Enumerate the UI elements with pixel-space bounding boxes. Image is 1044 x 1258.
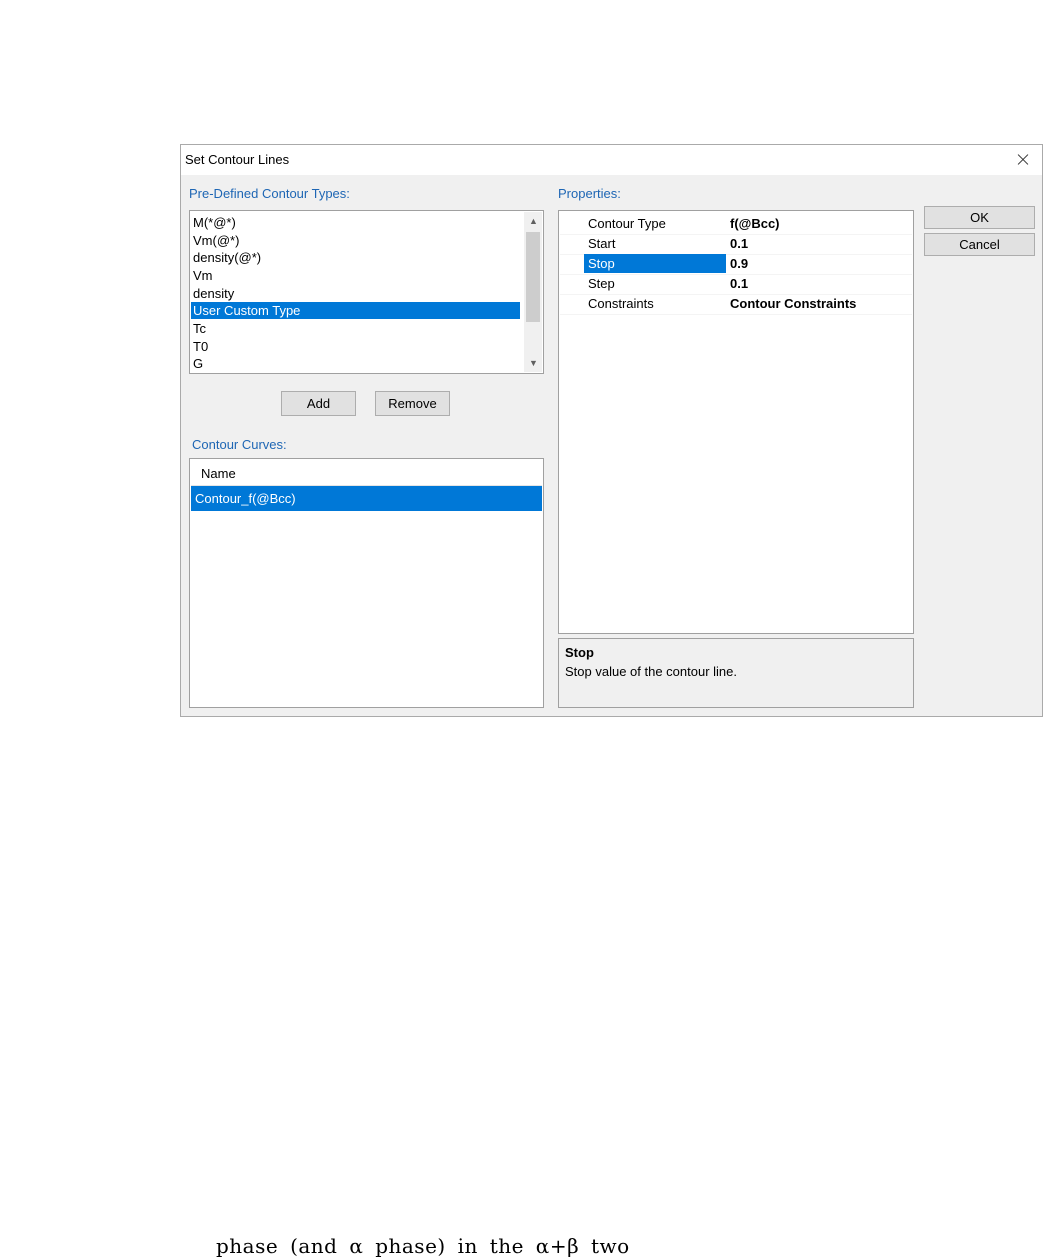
dialog-title: Set Contour Lines [185,152,290,167]
list-item[interactable]: density(@*) [193,249,261,266]
predefined-types-list[interactable]: M(*@*) Vm(@*) density(@*) Vm density Use… [189,210,544,374]
scrollbar-thumb[interactable] [526,232,540,322]
property-row-start[interactable]: Start 0.1 [560,234,912,255]
property-name: Constraints [588,296,654,311]
table-row[interactable]: Contour_f(@Bcc) [191,486,542,511]
property-name: Step [588,276,615,291]
list-item[interactable]: Vm [193,267,213,284]
property-name: Start [588,236,616,251]
contour-curves-label: Contour Curves: [192,437,287,452]
properties-label: Properties: [558,186,621,201]
property-description-panel: Stop Stop value of the contour line. [558,638,914,708]
property-name: Contour Type [588,216,666,231]
set-contour-lines-dialog: Set Contour Lines Pre-Defined Contour Ty… [180,144,1043,717]
property-row-constraints[interactable]: Constraints Contour Constraints [560,294,912,315]
property-value[interactable]: 0.1 [730,276,748,291]
vertical-scrollbar[interactable]: ▲ ▼ [524,212,542,372]
property-row-contour-type[interactable]: Contour Type f(@Bcc) [560,214,912,235]
scroll-down-icon[interactable]: ▼ [529,358,538,368]
property-grid[interactable]: Contour Type f(@Bcc) Start 0.1 Stop 0.9 … [558,210,914,634]
cancel-button[interactable]: Cancel [924,233,1035,256]
document-text-line: phase (and α phase) in the α+β two [216,1234,630,1258]
list-item[interactable]: Vm(@*) [193,232,239,249]
list-item[interactable]: T0 [193,338,208,355]
list-item-selected[interactable]: User Custom Type [191,302,520,319]
list-item[interactable]: Tc [193,320,206,337]
description-text: Stop value of the contour line. [565,664,738,679]
column-header-label: Name [201,466,236,481]
contour-curves-list[interactable]: Name Contour_f(@Bcc) [189,458,544,708]
list-item[interactable]: G [193,355,203,372]
list-item[interactable]: M(*@*) [193,214,236,231]
property-value[interactable]: 0.1 [730,236,748,251]
column-header-name[interactable]: Name [191,460,542,486]
remove-button[interactable]: Remove [375,391,450,416]
description-title: Stop [565,645,594,660]
property-row-stop[interactable]: Stop 0.9 [560,254,912,275]
ok-button[interactable]: OK [924,206,1035,229]
list-item[interactable]: density [193,285,234,302]
property-value[interactable]: 0.9 [730,256,748,271]
property-value[interactable]: f(@Bcc) [730,216,780,231]
predefined-types-label: Pre-Defined Contour Types: [189,186,350,201]
title-bar: Set Contour Lines [181,145,1042,175]
property-value[interactable]: Contour Constraints [730,296,856,311]
add-button[interactable]: Add [281,391,356,416]
scroll-up-icon[interactable]: ▲ [529,216,538,226]
close-icon[interactable] [1006,145,1038,175]
property-name-selected: Stop [584,254,726,273]
property-row-step[interactable]: Step 0.1 [560,274,912,295]
